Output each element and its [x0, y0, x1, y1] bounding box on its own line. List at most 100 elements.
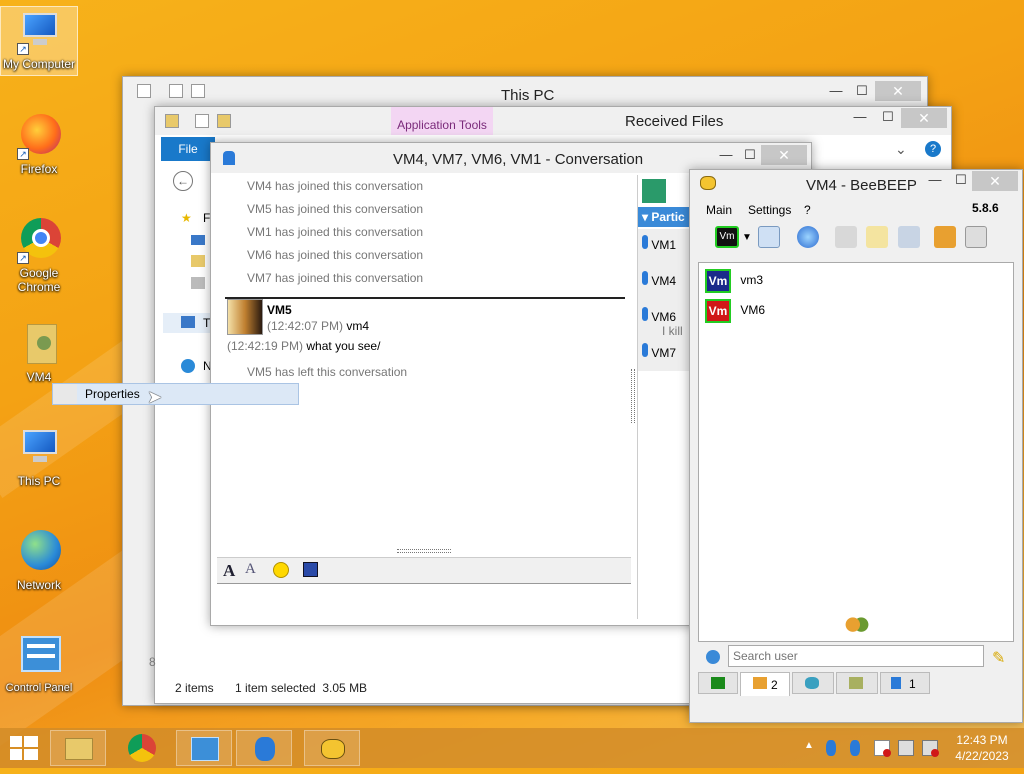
properties-icon[interactable]: [195, 114, 209, 128]
participant-item[interactable]: VM1: [642, 235, 676, 252]
participant-item[interactable]: VM7: [642, 343, 676, 360]
close-button[interactable]: ✕: [901, 108, 947, 128]
taskbar-chrome[interactable]: [114, 730, 170, 766]
desktop-icon-control-panel[interactable]: Control Panel: [0, 632, 78, 694]
splitter-handle[interactable]: [397, 549, 451, 553]
ribbon-context-tab[interactable]: Application Tools: [391, 107, 493, 135]
close-button[interactable]: ✕: [761, 145, 807, 165]
context-menu: Properties: [52, 383, 299, 405]
menu-help[interactable]: ?: [804, 203, 811, 217]
system-message: VM1 has joined this conversation: [247, 225, 424, 239]
note-edit-icon[interactable]: [866, 226, 889, 248]
settings-gear-icon[interactable]: [706, 650, 720, 664]
network-globe-icon: [15, 528, 63, 576]
file-tab[interactable]: File: [161, 137, 215, 161]
participant-status: I kill: [662, 324, 683, 338]
share-folder-icon[interactable]: [933, 226, 956, 248]
add-participant-icon[interactable]: [642, 179, 666, 203]
participants-header[interactable]: ▾ Partic: [638, 207, 690, 227]
desktop-icon: [191, 235, 205, 245]
save-icon[interactable]: [303, 562, 318, 577]
taskbar-file-explorer[interactable]: [50, 730, 106, 766]
menu-main[interactable]: Main: [706, 203, 732, 217]
desktop-icon-vm4[interactable]: VM4: [0, 320, 78, 384]
minimize-button[interactable]: —: [847, 109, 873, 129]
new-folder-icon[interactable]: [217, 114, 231, 128]
minimize-button[interactable]: —: [713, 147, 739, 167]
participants-header-label: Partic: [651, 210, 685, 224]
maximize-button[interactable]: ☐: [948, 172, 974, 192]
chat-log[interactable]: VM4 has joined this conversation VM5 has…: [217, 175, 631, 551]
desktop-icon-my-computer[interactable]: ↗ My Computer: [0, 6, 78, 76]
maximize-button[interactable]: ☐: [849, 83, 875, 103]
maximize-button[interactable]: ☐: [875, 109, 901, 129]
taskbar-control-panel[interactable]: [176, 730, 232, 766]
chevron-down-icon[interactable]: ▼: [742, 232, 752, 243]
window-beebeep[interactable]: VM4 - BeeBEEP — ☐ ✕ Main Settings ? 5.8.…: [689, 169, 1023, 723]
beebeep-user-icon: [223, 151, 235, 165]
splitter-handle[interactable]: [631, 369, 635, 423]
clear-broom-icon[interactable]: ✎: [992, 648, 1005, 668]
message-input[interactable]: [217, 583, 631, 619]
tab-users[interactable]: 2: [740, 672, 790, 696]
clock[interactable]: 12:43 PM 4/22/2023: [950, 732, 1014, 764]
broadcast-icon[interactable]: [796, 226, 819, 248]
taskbar-beebeep[interactable]: [304, 730, 360, 766]
tab-messages[interactable]: [792, 672, 834, 694]
user-item[interactable]: Vm vm3: [705, 269, 763, 293]
chevron-down-icon[interactable]: ⌄: [895, 141, 907, 158]
emoticon-icon[interactable]: [273, 562, 289, 578]
desktop-icon-this-pc[interactable]: This PC: [0, 424, 78, 488]
tab-shares[interactable]: 1: [880, 672, 930, 694]
titlebar: VM4 - BeeBEEP — ☐ ✕: [690, 170, 1022, 198]
desktop-icon-network[interactable]: Network: [0, 528, 78, 592]
tab-count: 1: [909, 677, 916, 691]
group-icon[interactable]: [834, 226, 857, 248]
taskbar-beebeep-users[interactable]: [236, 730, 292, 766]
chat-text: what you see/: [306, 339, 381, 353]
clock-date: 4/22/2023: [955, 749, 1009, 763]
menu-gutter: [53, 384, 77, 404]
new-folder-icon[interactable]: [191, 84, 205, 98]
desktop-icon-label: Firefox: [20, 162, 58, 176]
tools-icon[interactable]: [897, 226, 920, 248]
computer-icon: [15, 424, 63, 472]
desktop-icon-google-chrome[interactable]: ↗ Google Chrome: [0, 216, 78, 294]
tab-chat[interactable]: [698, 672, 738, 694]
minimize-button[interactable]: —: [922, 172, 948, 192]
menu-item-properties[interactable]: Properties: [85, 387, 140, 401]
trash-icon[interactable]: [965, 226, 988, 248]
status-icon[interactable]: Vm: [715, 226, 739, 248]
show-hidden-icons-icon[interactable]: ▲: [804, 740, 814, 751]
back-arrow-icon[interactable]: ←: [173, 171, 193, 191]
user-item[interactable]: Vm VM6: [705, 299, 765, 323]
minimize-button[interactable]: —: [823, 83, 849, 103]
window-title: This PC: [501, 87, 555, 104]
menu-settings[interactable]: Settings: [748, 203, 791, 217]
network-tray-icon[interactable]: [898, 740, 914, 756]
clock-time: 12:43 PM: [956, 733, 1008, 747]
action-center-flag-icon[interactable]: [874, 740, 891, 757]
participant-item[interactable]: VM4: [642, 271, 676, 288]
desktop-icon-firefox[interactable]: ↗ Firefox: [0, 112, 78, 176]
search-user-input[interactable]: [728, 645, 984, 667]
network-icon: [181, 359, 195, 373]
edit-profile-icon[interactable]: [758, 226, 781, 248]
participant-item[interactable]: VM6 I kill: [642, 307, 683, 338]
beebeep-tray-icon[interactable]: [850, 740, 860, 756]
tab-groups[interactable]: [836, 672, 878, 694]
close-button[interactable]: ✕: [972, 171, 1018, 191]
start-button[interactable]: [10, 736, 38, 760]
maximize-button[interactable]: ☐: [737, 147, 763, 167]
desktop-icon-label: VM4: [26, 370, 52, 384]
properties-icon[interactable]: [169, 84, 183, 98]
user-list: Vm vm3 Vm VM6: [698, 262, 1014, 642]
user-icon: [642, 235, 648, 249]
volume-muted-icon[interactable]: [922, 740, 939, 757]
help-icon[interactable]: ?: [925, 141, 941, 157]
font-color-icon[interactable]: A: [245, 561, 256, 578]
beebeep-tray-icon[interactable]: [826, 740, 836, 756]
font-icon[interactable]: A: [223, 561, 235, 581]
close-button[interactable]: ✕: [875, 81, 921, 101]
desktop-icon-label: Control Panel: [5, 682, 73, 694]
